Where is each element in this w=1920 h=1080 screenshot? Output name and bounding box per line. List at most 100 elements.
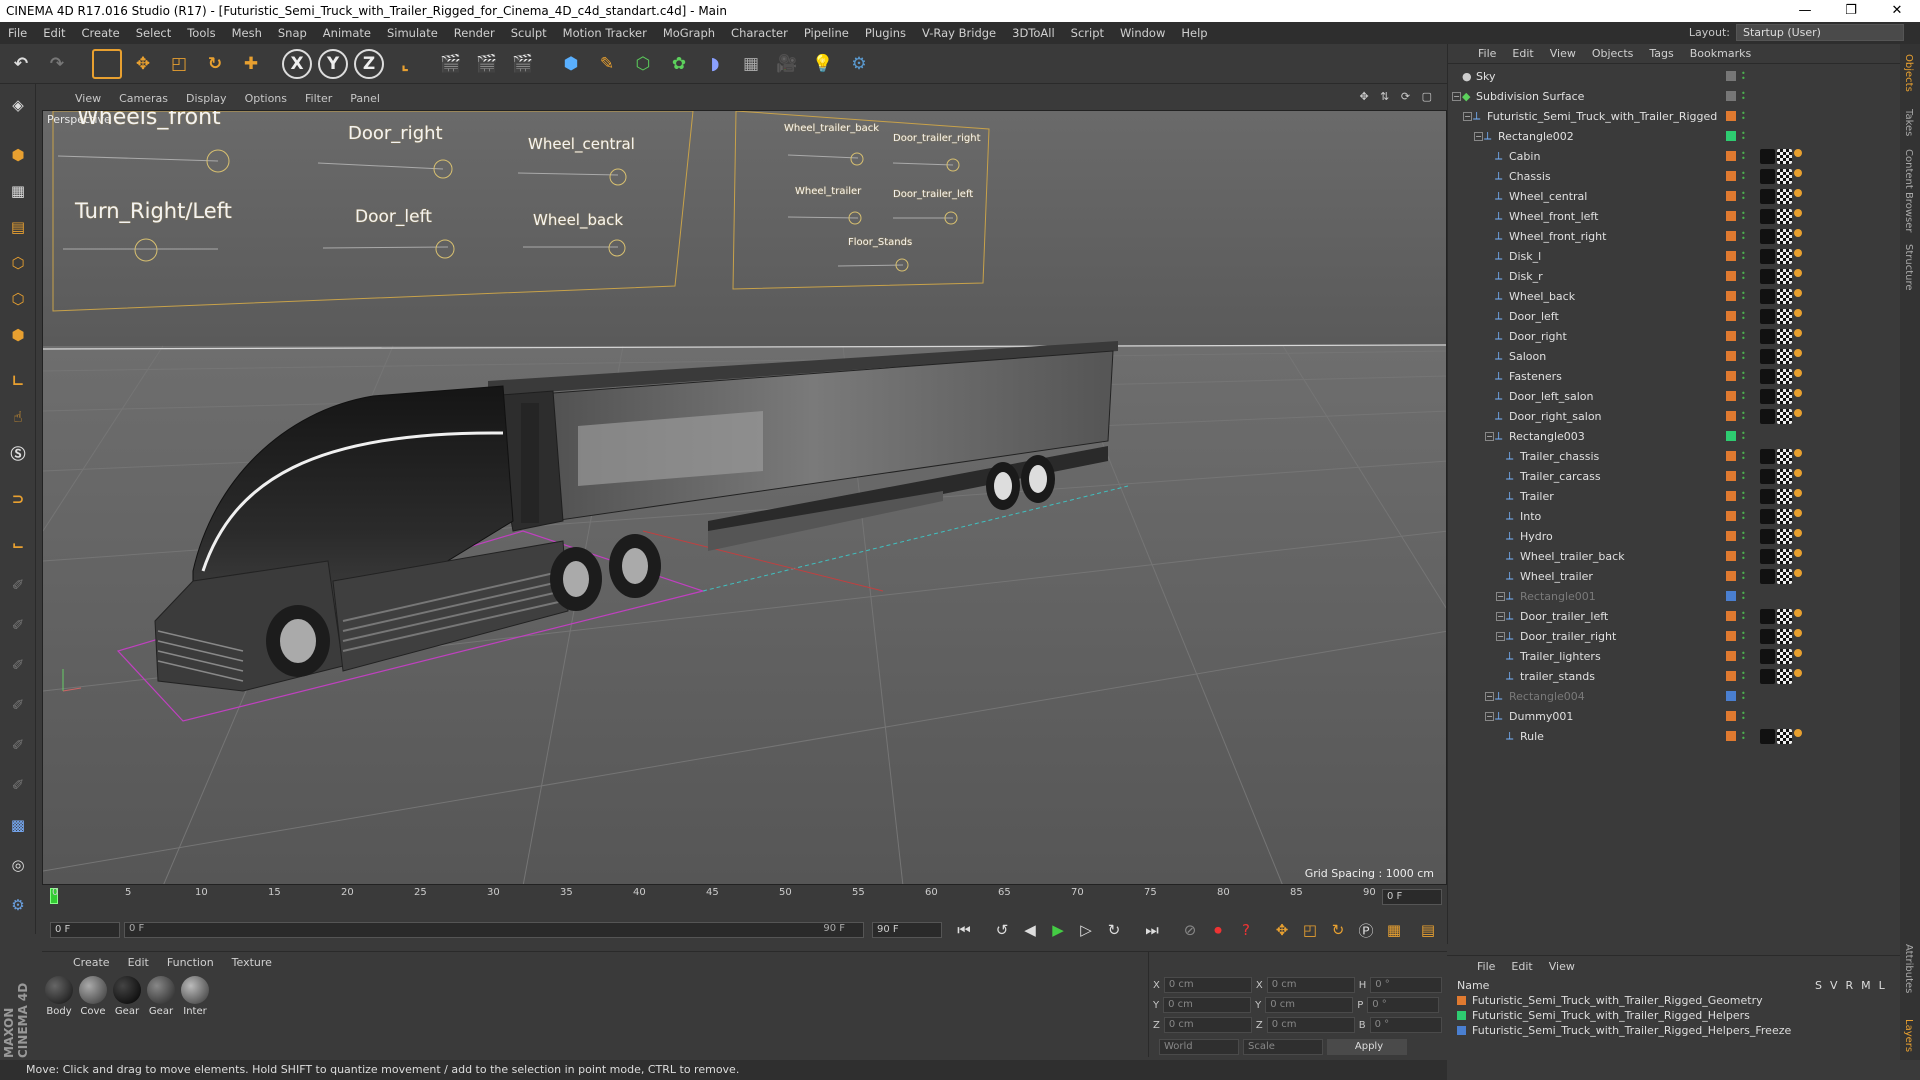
menu-mograph[interactable]: MoGraph: [655, 26, 723, 40]
rotation-b-field[interactable]: 0 °: [1369, 1017, 1442, 1033]
tweak-mode-icon[interactable]: ☝: [3, 402, 33, 432]
material-swatch[interactable]: Gear: [110, 976, 144, 1017]
menu-3dtoall[interactable]: 3DToAll: [1004, 26, 1063, 40]
visibility-dots[interactable]: • •: [1741, 510, 1746, 523]
size-y-field[interactable]: 0 cm: [1265, 997, 1354, 1013]
menu-create[interactable]: Create: [74, 26, 128, 40]
last-tool-icon[interactable]: ✚: [236, 49, 266, 79]
object-row[interactable]: ⟂ Wheel_back • •: [1448, 286, 1901, 306]
object-row[interactable]: ⟂ Door_left • •: [1448, 306, 1901, 326]
expand-toggle-icon[interactable]: −: [1474, 131, 1483, 141]
object-tags[interactable]: [1760, 368, 1802, 384]
visibility-dots[interactable]: • •: [1741, 410, 1746, 423]
object-row[interactable]: ⟂ Fasteners • •: [1448, 366, 1901, 386]
maximize-button[interactable]: ❐: [1828, 0, 1874, 22]
menu-script[interactable]: Script: [1063, 26, 1112, 40]
object-tags[interactable]: [1760, 468, 1802, 484]
tab-objects[interactable]: Objects: [1903, 54, 1914, 92]
autokey-icon[interactable]: ⏺: [1206, 918, 1230, 942]
visibility-dots[interactable]: • •: [1741, 590, 1746, 603]
layer-color-chip[interactable]: [1726, 291, 1736, 301]
layout-selector[interactable]: Layout: Startup (User): [1689, 24, 1904, 41]
coordinate-system-icon[interactable]: ⌞: [390, 49, 420, 79]
object-row[interactable]: ⟂ Into • •: [1448, 506, 1901, 526]
expand-toggle-icon[interactable]: −: [1463, 111, 1472, 121]
rotate-tool-icon[interactable]: ↻: [200, 49, 230, 79]
visibility-dots[interactable]: • •: [1741, 470, 1746, 483]
edges-mode-icon[interactable]: ⬡: [3, 284, 33, 314]
object-tags[interactable]: [1760, 228, 1802, 244]
visibility-dots[interactable]: • •: [1741, 210, 1746, 223]
material-menu-function[interactable]: Function: [158, 956, 223, 969]
layout-dropdown[interactable]: Startup (User): [1736, 24, 1904, 41]
size-z-field[interactable]: 0 cm: [1266, 1017, 1355, 1033]
render-picture-viewer-icon[interactable]: 🎬: [472, 49, 502, 79]
menu-tools[interactable]: Tools: [179, 26, 223, 40]
layer-color-chip[interactable]: [1726, 631, 1736, 641]
record-keys-icon[interactable]: ⊘: [1178, 918, 1202, 942]
rotation-h-field[interactable]: 0 °: [1370, 977, 1443, 993]
material-menu-edit[interactable]: Edit: [119, 956, 158, 969]
key-position-icon[interactable]: ✥: [1270, 918, 1294, 942]
polygons-mode-icon[interactable]: ⬢: [3, 320, 33, 350]
object-row[interactable]: − ⟂ Futuristic_Semi_Truck_with_Trailer_Rig…: [1448, 106, 1901, 126]
layer-color-chip[interactable]: [1726, 531, 1736, 541]
previous-key-icon[interactable]: ↺: [990, 918, 1014, 942]
visibility-dots[interactable]: • •: [1741, 490, 1746, 503]
material-swatch[interactable]: Body: [42, 976, 76, 1017]
knife-tool-icon[interactable]: ✐: [3, 770, 33, 800]
object-row[interactable]: ⟂ Chassis • •: [1448, 166, 1901, 186]
object-tags[interactable]: [1760, 268, 1802, 284]
material-swatch[interactable]: Gear: [144, 976, 178, 1017]
layer-color-chip[interactable]: [1726, 571, 1736, 581]
next-frame-icon[interactable]: ▷: [1074, 918, 1098, 942]
floor-icon[interactable]: ▦: [736, 49, 766, 79]
object-row[interactable]: − ◆ Subdivision Surface • •: [1448, 86, 1901, 106]
object-row[interactable]: ⟂ Wheel_front_left • •: [1448, 206, 1901, 226]
rotation-p-field[interactable]: 0 °: [1367, 997, 1440, 1013]
object-tags[interactable]: [1760, 288, 1802, 304]
make-editable-icon[interactable]: ◈: [3, 90, 33, 120]
visibility-dots[interactable]: • •: [1741, 290, 1746, 303]
object-row[interactable]: ⟂ trailer_stands • •: [1448, 666, 1901, 686]
render-settings-icon[interactable]: 🎬: [508, 49, 538, 79]
menu-simulate[interactable]: Simulate: [379, 26, 446, 40]
key-rotation-icon[interactable]: ↻: [1326, 918, 1350, 942]
object-menu-tags[interactable]: Tags: [1641, 47, 1681, 60]
layer-color-chip[interactable]: [1726, 391, 1736, 401]
snap-icon[interactable]: Ⓢ: [3, 438, 33, 468]
object-row[interactable]: ⟂ Door_right • •: [1448, 326, 1901, 346]
redo-icon[interactable]: ↷: [42, 49, 72, 79]
perspective-viewport[interactable]: Perspective Wheels_front Door_right Whee…: [42, 110, 1447, 885]
camera-icon[interactable]: 🎥: [772, 49, 802, 79]
visibility-dots[interactable]: • •: [1741, 630, 1746, 643]
layer-color-chip[interactable]: [1726, 551, 1736, 561]
object-row[interactable]: ⟂ Door_left_salon • •: [1448, 386, 1901, 406]
object-row[interactable]: ⟂ Disk_r • •: [1448, 266, 1901, 286]
expand-toggle-icon[interactable]: −: [1496, 631, 1505, 641]
goto-end-icon[interactable]: ⏭: [1140, 918, 1164, 942]
visibility-dots[interactable]: • •: [1741, 690, 1746, 703]
menu-help[interactable]: Help: [1173, 26, 1215, 40]
goto-start-icon[interactable]: ⏮: [952, 918, 976, 942]
layer-color-chip[interactable]: [1726, 411, 1736, 421]
menu-animate[interactable]: Animate: [315, 26, 379, 40]
object-tags[interactable]: [1760, 168, 1802, 184]
viewport-menu-panel[interactable]: Panel: [341, 92, 389, 105]
brush-tool-icon[interactable]: ✐: [3, 570, 33, 600]
layer-color-chip[interactable]: [1726, 511, 1736, 521]
visibility-dots[interactable]: • •: [1741, 170, 1746, 183]
visibility-dots[interactable]: • •: [1741, 430, 1746, 443]
object-tags[interactable]: [1760, 728, 1802, 744]
current-frame-field[interactable]: 0 F: [1382, 889, 1442, 905]
menu-vray-bridge[interactable]: V-Ray Bridge: [914, 26, 1004, 40]
live-selection-icon[interactable]: [92, 49, 122, 79]
layer-color-chip[interactable]: [1726, 671, 1736, 681]
object-tags[interactable]: [1760, 528, 1802, 544]
menu-snap[interactable]: Snap: [270, 26, 315, 40]
visibility-dots[interactable]: • •: [1741, 450, 1746, 463]
visibility-dots[interactable]: • •: [1741, 550, 1746, 563]
transform-mode-dropdown[interactable]: Scale: [1243, 1039, 1323, 1055]
expand-toggle-icon[interactable]: −: [1485, 431, 1494, 441]
menu-pipeline[interactable]: Pipeline: [796, 26, 857, 40]
